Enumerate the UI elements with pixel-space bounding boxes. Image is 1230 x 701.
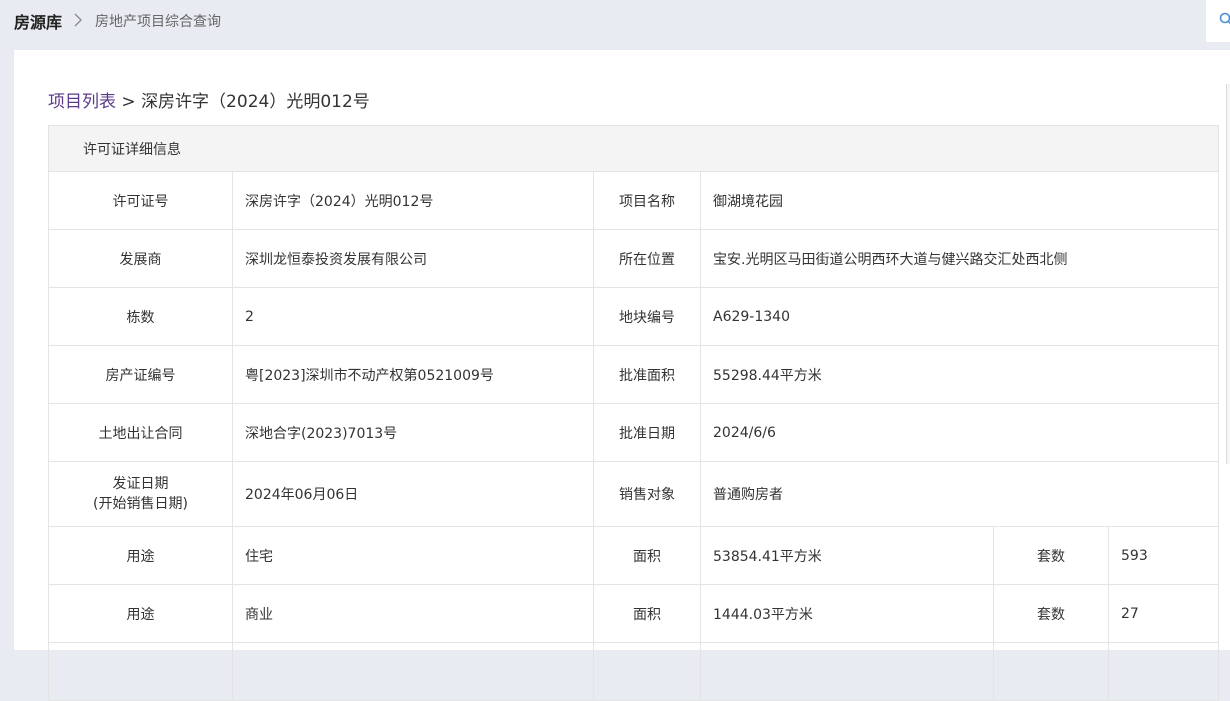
chevron-right-icon — [74, 13, 82, 27]
unit-count-value: 593 — [1107, 526, 1220, 585]
usage-value: 住宅 — [232, 526, 594, 585]
row-value: A629-1340 — [699, 287, 1220, 346]
area-label: 面积 — [593, 526, 701, 585]
table-row: 用途 住宅 面积 53854.41平方米 套数 593 — [48, 526, 1220, 585]
row-label: 发证日期 (开始销售日期) — [48, 461, 233, 527]
page-title: 项目列表 > 深房许字（2024）光明012号 — [48, 87, 370, 112]
row-value: 深房许字（2024）光明012号 — [232, 171, 594, 230]
usage-label: 用途 — [48, 526, 233, 585]
row-value: 深地合字(2023)7013号 — [232, 403, 594, 462]
row-label: 地块编号 — [593, 287, 701, 346]
area-value: 1444.03平方米 — [700, 584, 994, 643]
breadcrumb-current: 房地产项目综合查询 — [95, 14, 221, 30]
row-label: 批准日期 — [593, 403, 701, 462]
row-label: 房产证编号 — [48, 345, 233, 404]
search-button[interactable] — [1206, 0, 1230, 42]
empty-cell — [48, 642, 233, 701]
usage-value: 商业 — [232, 584, 594, 643]
table-row: 土地出让合同 深地合字(2023)7013号 批准日期 2024/6/6 — [48, 403, 1220, 462]
issue-date-label: 发证日期 — [112, 476, 169, 492]
row-value: 2024/6/6 — [699, 403, 1220, 462]
unit-count-label: 套数 — [993, 584, 1109, 643]
table-row: 栋数 2 地块编号 A629-1340 — [48, 287, 1220, 346]
row-label: 发展商 — [48, 229, 233, 288]
breadcrumb-root[interactable]: 房源库 — [14, 9, 62, 33]
permit-detail-table: 许可证详细信息 许可证号 深房许字（2024）光明012号 项目名称 御湖境花园… — [47, 125, 1220, 701]
top-bar: 房源库 房地产项目综合查询 — [0, 0, 1230, 42]
title-separator: > — [121, 92, 136, 112]
usage-label: 用途 — [48, 584, 233, 643]
row-value: 深圳龙恒泰投资发展有限公司 — [232, 229, 594, 288]
table-row: 许可证号 深房许字（2024）光明012号 项目名称 御湖境花园 — [48, 171, 1220, 230]
row-label: 销售对象 — [593, 461, 701, 527]
empty-cell — [1107, 642, 1220, 701]
title-current: 深房许字（2024）光明012号 — [141, 92, 370, 112]
row-value: 2024年06月06日 — [232, 461, 594, 527]
row-label: 项目名称 — [593, 171, 701, 230]
row-value: 粤[2023]深圳市不动产权第0521009号 — [232, 345, 594, 404]
search-icon — [1219, 12, 1230, 25]
unit-count-label: 套数 — [993, 526, 1109, 585]
table-row: 发证日期 (开始销售日期) 2024年06月06日 销售对象 普通购房者 — [48, 461, 1220, 527]
empty-cell — [593, 642, 701, 701]
row-label: 批准面积 — [593, 345, 701, 404]
row-label: 土地出让合同 — [48, 403, 233, 462]
row-label: 所在位置 — [593, 229, 701, 288]
row-value: 宝安.光明区马田街道公明西环大道与健兴路交汇处西北侧 — [699, 229, 1220, 288]
row-value: 普通购房者 — [699, 461, 1220, 527]
row-value: 御湖境花园 — [699, 171, 1220, 230]
empty-cell — [232, 642, 594, 701]
area-label: 面积 — [593, 584, 701, 643]
table-row — [48, 642, 1220, 701]
row-label: 许可证号 — [48, 171, 233, 230]
table-row: 用途 商业 面积 1444.03平方米 套数 27 — [48, 584, 1220, 643]
row-value: 55298.44平方米 — [699, 345, 1220, 404]
sale-start-label: (开始销售日期) — [93, 496, 188, 512]
table-row: 发展商 深圳龙恒泰投资发展有限公司 所在位置 宝安.光明区马田街道公明西环大道与… — [48, 229, 1220, 288]
empty-cell — [993, 642, 1109, 701]
scrollbar[interactable] — [1226, 84, 1230, 464]
row-value: 2 — [232, 287, 594, 346]
empty-cell — [700, 642, 994, 701]
table-header: 许可证详细信息 — [47, 125, 1220, 172]
row-label: 栋数 — [48, 287, 233, 346]
table-row: 房产证编号 粤[2023]深圳市不动产权第0521009号 批准面积 55298… — [48, 345, 1220, 404]
project-list-link[interactable]: 项目列表 — [48, 92, 116, 112]
area-value: 53854.41平方米 — [700, 526, 994, 585]
unit-count-value: 27 — [1107, 584, 1220, 643]
